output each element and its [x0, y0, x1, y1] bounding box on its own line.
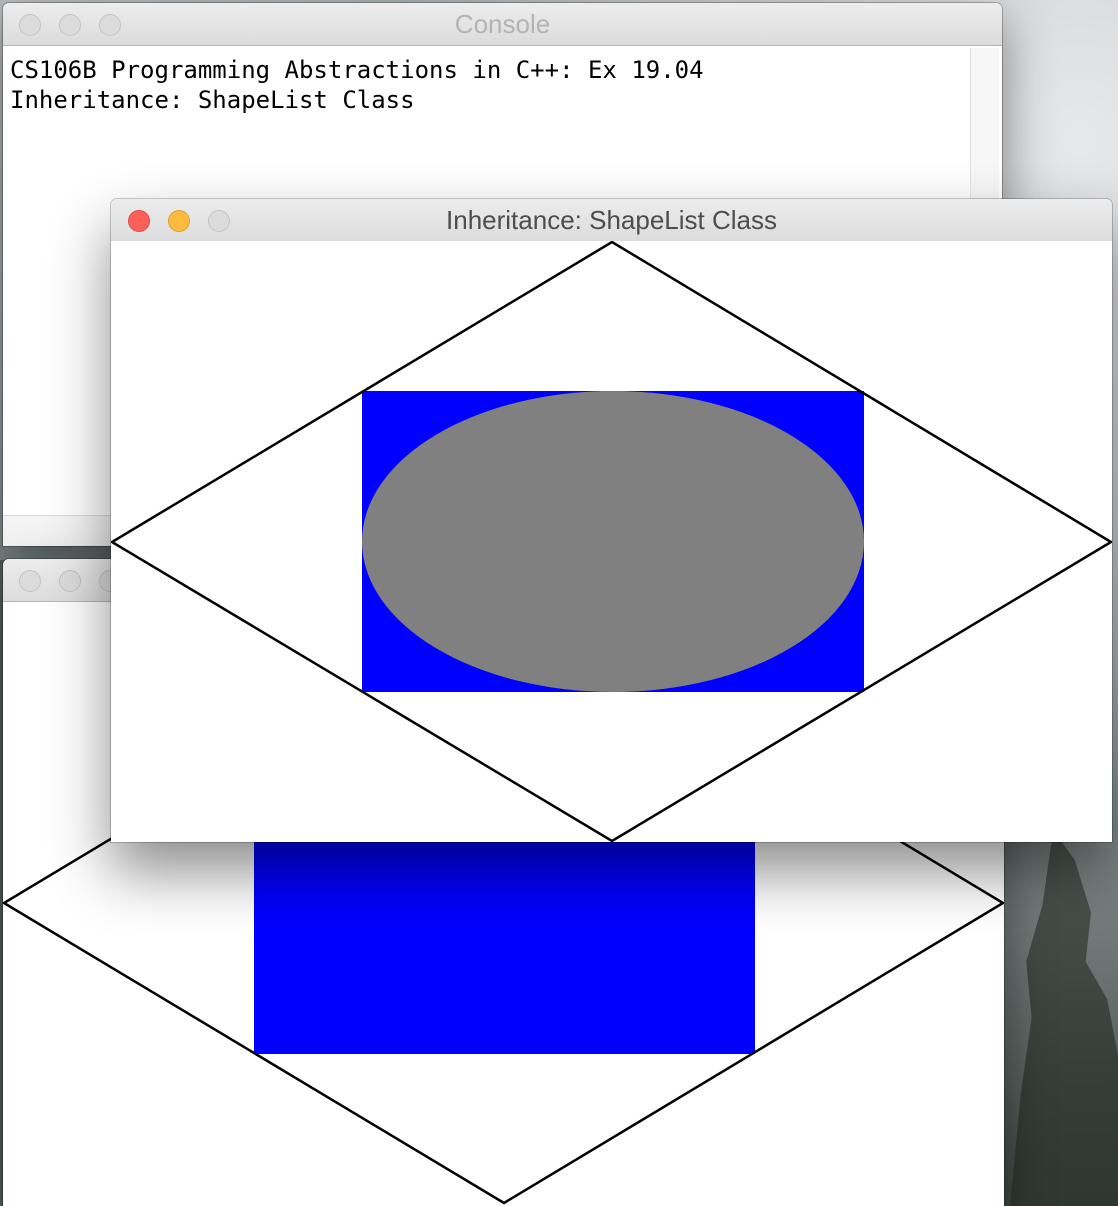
- console-output[interactable]: CS106B Programming Abstractions in C++: …: [10, 55, 704, 115]
- grey-oval: [362, 391, 864, 692]
- tree-silhouette: [1010, 830, 1118, 1206]
- console-titlebar[interactable]: Console: [3, 3, 1002, 46]
- graphics-window: Inheritance: ShapeList Class: [111, 199, 1112, 842]
- console-line: CS106B Programming Abstractions in C++: …: [10, 56, 704, 84]
- console-line: Inheritance: ShapeList Class: [10, 86, 415, 114]
- graphics-title: Inheritance: ShapeList Class: [446, 205, 777, 235]
- graphics-canvas: [111, 241, 1112, 842]
- graphics-titlebar[interactable]: Inheritance: ShapeList Class: [111, 199, 1112, 242]
- console-title: Console: [454, 9, 551, 39]
